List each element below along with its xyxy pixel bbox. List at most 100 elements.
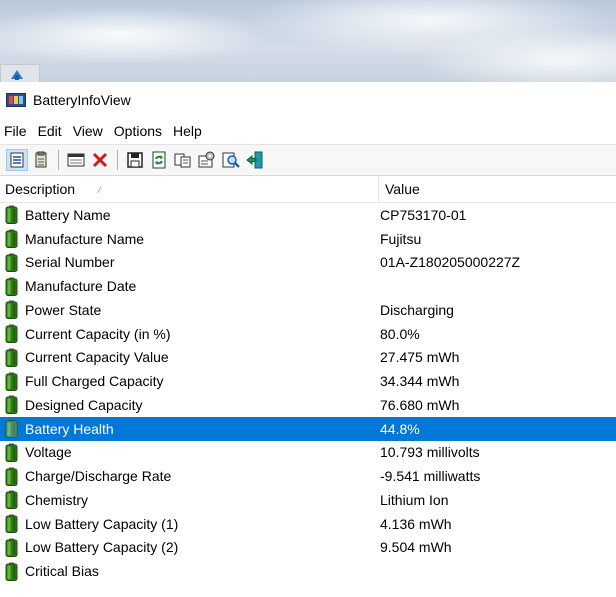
menu-help[interactable]: Help — [168, 118, 208, 144]
refresh-button[interactable] — [148, 149, 170, 171]
battery-icon — [5, 324, 18, 344]
properties-button[interactable] — [6, 149, 28, 171]
description-label: Chemistry — [25, 491, 89, 508]
options-icon — [198, 151, 215, 168]
menu-file[interactable]: File — [0, 118, 33, 144]
app-shortcut-icon — [11, 70, 23, 80]
table-row[interactable]: Battery Health 44.8% — [0, 416, 616, 441]
battery-icon — [5, 395, 18, 415]
menu-edit[interactable]: Edit — [33, 118, 68, 144]
battery-icon — [5, 514, 18, 534]
delete-button[interactable] — [89, 149, 111, 171]
description-cell: Critical Bias — [0, 562, 374, 581]
table-row[interactable]: Current Capacity (in %) 80.0% — [0, 322, 616, 346]
list-header: Description ⁄ Value — [0, 176, 616, 203]
copy-icon — [174, 153, 191, 168]
table-row[interactable]: Low Battery Capacity (1) 4.136 mWh — [0, 512, 616, 536]
column-header-value[interactable]: Value — [379, 176, 420, 202]
value-cell: Lithium Ion — [380, 491, 449, 508]
description-cell: Chemistry — [0, 490, 374, 510]
html-report-icon — [35, 151, 47, 168]
table-row[interactable]: Serial Number 01A-Z180205000227Z — [0, 251, 616, 275]
value-cell: -9.541 milliwatts — [380, 468, 481, 485]
battery-icon — [5, 490, 18, 510]
table-row[interactable]: Power State Discharging — [0, 298, 616, 322]
table-row[interactable]: Designed Capacity 76.680 mWh — [0, 393, 616, 417]
table-row[interactable]: Critical Bias — [0, 559, 616, 583]
value-cell: Discharging — [380, 301, 454, 318]
value-cell: 80.0% — [380, 325, 420, 342]
table-row[interactable]: Manufacture Name Fujitsu — [0, 227, 616, 251]
description-label: Manufacture Name — [25, 230, 145, 247]
save-icon — [127, 152, 143, 168]
window-button[interactable] — [65, 149, 87, 171]
save-button[interactable] — [124, 149, 146, 171]
table-row[interactable]: Charge/Discharge Rate -9.541 milliwatts — [0, 464, 616, 488]
toolbar-separator — [58, 150, 59, 170]
description-cell: Voltage — [0, 443, 374, 462]
toolbar — [0, 144, 616, 176]
value-cell: 76.680 mWh — [380, 396, 460, 413]
battery-icon — [5, 419, 18, 439]
app-window: BatteryInfoView File Edit View Options H… — [0, 82, 616, 597]
exit-button[interactable] — [244, 149, 266, 171]
battery-app-icon — [6, 93, 26, 107]
description-label: Full Charged Capacity — [25, 373, 164, 390]
column-header-description[interactable]: Description ⁄ — [0, 176, 379, 202]
window-title: BatteryInfoView — [33, 92, 131, 108]
battery-info-list[interactable]: Description ⁄ Value Battery Name CP75317… — [0, 176, 616, 583]
table-row[interactable]: Full Charged Capacity 34.344 mWh — [0, 369, 616, 393]
table-row[interactable]: Manufacture Date — [0, 274, 616, 298]
column-header-description-label: Description — [5, 181, 76, 197]
value-cell: 44.8% — [380, 420, 420, 437]
exit-icon — [246, 151, 263, 169]
battery-icon — [5, 277, 18, 296]
description-label: Designed Capacity — [25, 396, 143, 413]
window-icon — [67, 153, 85, 167]
table-row[interactable]: Current Capacity Value 27.475 mWh — [0, 346, 616, 370]
options-button[interactable] — [196, 149, 218, 171]
column-header-value-label: Value — [385, 181, 420, 197]
description-cell: Manufacture Date — [0, 277, 374, 296]
description-cell: Battery Name — [0, 205, 374, 225]
description-label: Serial Number — [25, 254, 115, 271]
table-row[interactable]: Chemistry Lithium Ion — [0, 488, 616, 512]
description-label: Voltage — [25, 444, 72, 461]
description-label: Low Battery Capacity (2) — [25, 539, 179, 556]
table-row[interactable]: Battery Name CP753170-01 — [0, 203, 616, 227]
copy-button[interactable] — [172, 149, 194, 171]
description-cell: Power State — [0, 300, 374, 320]
title-bar[interactable]: BatteryInfoView — [0, 82, 616, 118]
desktop-wallpaper — [0, 0, 616, 82]
description-label: Charge/Discharge Rate — [25, 468, 172, 485]
value-cell: 9.504 mWh — [380, 539, 452, 556]
description-cell: Full Charged Capacity — [0, 372, 374, 391]
description-label: Low Battery Capacity (1) — [25, 515, 179, 532]
battery-icon — [5, 538, 18, 557]
description-cell: Serial Number — [0, 253, 374, 272]
battery-icon — [5, 443, 18, 462]
description-cell: Current Capacity (in %) — [0, 324, 374, 344]
properties-icon — [10, 152, 24, 168]
menu-bar: File Edit View Options Help — [0, 118, 616, 144]
delete-icon — [92, 152, 108, 168]
description-cell: Current Capacity Value — [0, 348, 374, 367]
table-row[interactable]: Voltage 10.793 millivolts — [0, 441, 616, 465]
html-report-button[interactable] — [30, 149, 52, 171]
menu-options[interactable]: Options — [109, 118, 168, 144]
find-button[interactable] — [220, 149, 242, 171]
value-cell: 27.475 mWh — [380, 349, 460, 366]
table-row[interactable]: Low Battery Capacity (2) 9.504 mWh — [0, 536, 616, 560]
description-cell: Low Battery Capacity (2) — [0, 538, 374, 557]
description-cell: Charge/Discharge Rate — [0, 467, 374, 486]
description-label: Critical Bias — [25, 563, 99, 580]
description-cell: Low Battery Capacity (1) — [0, 514, 374, 534]
description-label: Current Capacity (in %) — [25, 325, 171, 342]
battery-icon — [5, 205, 18, 225]
menu-view[interactable]: View — [68, 118, 109, 144]
battery-icon — [5, 372, 18, 391]
value-cell: 4.136 mWh — [380, 515, 452, 532]
battery-icon — [5, 467, 18, 486]
value-cell: 34.344 mWh — [380, 373, 460, 390]
description-label: Battery Health — [25, 420, 114, 437]
